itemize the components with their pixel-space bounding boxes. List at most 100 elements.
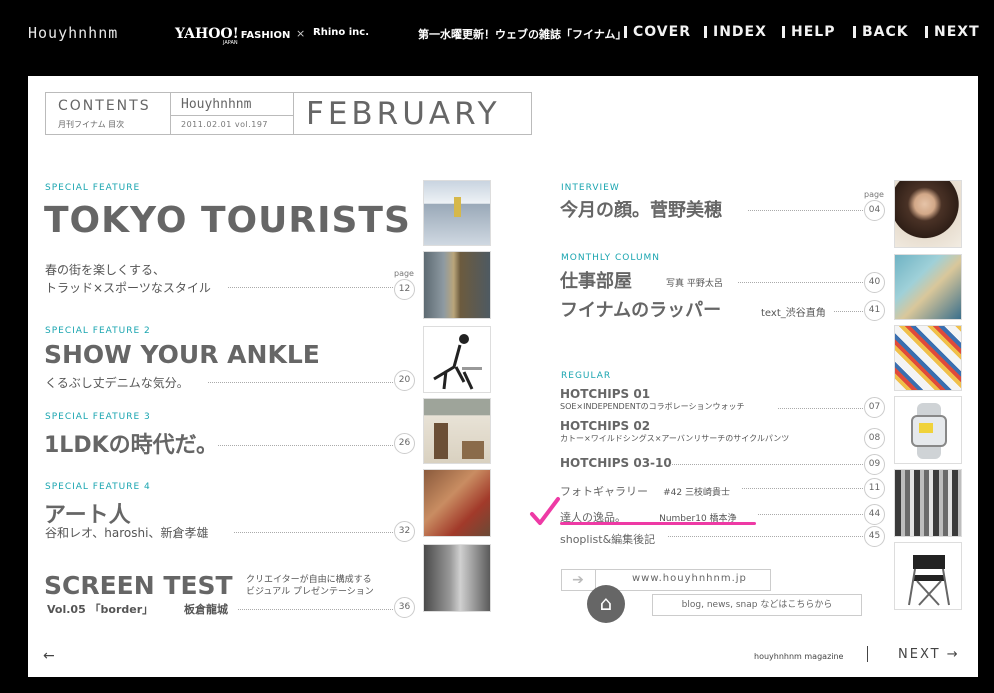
page-number: 08 [864,428,885,449]
feature3-title[interactable]: 1LDKの時代だ。 [44,427,218,459]
bar-icon [704,26,707,38]
item-main: HOTCHIPS 02 [560,419,651,433]
dotted-leader [742,488,863,489]
yahoo-logo[interactable]: YAHOO! FASHION JAPAN [175,26,290,46]
rhino-logo[interactable]: Rhino inc. [313,27,369,38]
page-number: 26 [394,433,415,454]
regular-label: REGULAR [561,371,612,381]
home-icon[interactable]: ⌂ [587,585,625,623]
dotted-leader [238,609,393,610]
item-main: HOTCHIPS 01 [560,387,651,401]
page-number: 09 [864,454,885,475]
thumb-screen-test[interactable] [423,544,491,612]
issue-brand: Houyhnhnm [181,97,252,112]
door-shape [434,423,448,459]
regular-item-4[interactable]: フォトギャラリー #42 三枝崎貴士 [560,480,730,499]
page-number: 44 [864,504,885,525]
interview-title[interactable]: 今月の顔。菅野美穂 [560,196,722,222]
feature1-sub2[interactable]: トラッド×スポーツなスタイル [45,279,211,296]
contents-panel: CONTENTS 月刊フイナム 目次 Houyhnhnm 2011.02.01 … [28,76,978,677]
dotted-leader [778,408,863,409]
feature5-vol[interactable]: Vol.05 「border」 [47,601,153,617]
nav-help[interactable]: HELP [782,24,835,40]
thumb-tokyo-tourists-2[interactable] [423,251,491,319]
shelf-shape [462,441,484,459]
dotted-leader [234,532,393,533]
contents-subtitle: 月刊フイナム 目次 [58,120,125,129]
next-page-button[interactable]: NEXT → [898,647,960,662]
page-label: page [394,269,414,278]
top-bar: Houyhnhnm YAHOO! FASHION JAPAN × Rhino in… [0,0,994,76]
nav-index[interactable]: INDEX [704,24,767,40]
thumb-show-your-ankle[interactable] [423,326,491,393]
figure-shape [454,197,461,217]
divider [171,115,293,116]
interview-label: INTERVIEW [561,183,620,193]
dotted-leader [758,514,863,515]
page-number: 04 [864,200,885,221]
issue-date: 2011.02.01 vol.197 [181,120,269,129]
page-number: 20 [394,370,415,391]
page-number: 40 [864,272,885,293]
chair-illustration [908,555,950,606]
watch-dial [919,423,933,433]
regular-item-6[interactable]: shoplist&編集後記 [560,528,655,547]
page-number: 07 [864,397,885,418]
tagline: 第一水曜更新！ウェブの雑誌「フイナム」 [418,28,627,41]
dotted-leader [668,464,863,465]
column-title1[interactable]: 仕事部屋 [560,267,632,293]
thumb-1ldk[interactable] [423,398,491,464]
feature1-sub1[interactable]: 春の街を楽しくする、 [45,261,165,278]
feature2-title[interactable]: SHOW YOUR ANKLE [44,340,320,369]
brand-logo[interactable]: Houyhnhnm [28,24,118,42]
column-title2[interactable]: フイナムのラッパー [560,296,721,322]
feature2-sub[interactable]: くるぶし丈デニムな気分。 [45,374,189,391]
thumb-photo-gallery[interactable] [894,469,962,537]
thumb-interview[interactable] [894,180,962,248]
regular-item-2[interactable]: HOTCHIPS 02 カトー×ワイルドシングス×アーバンリサーチのサイクルパン… [560,419,789,444]
item-main: フォトギャラリー [560,485,648,498]
item-desc: カトー×ワイルドシングス×アーバンリサーチのサイクルパンツ [560,434,790,443]
column-sub2: text_渋谷直角 [761,308,826,319]
checkmark-icon [528,496,562,530]
nav-back[interactable]: BACK [853,24,909,40]
page-number: 45 [864,526,885,547]
feature4-sub[interactable]: 谷和レオ、haroshi、新倉孝雄 [45,524,208,541]
bar-icon [624,26,627,38]
thumb-watch[interactable] [894,396,962,464]
page-number: 32 [394,521,415,542]
regular-item-3[interactable]: HOTCHIPS 03-10 [560,456,672,470]
issue-cell: Houyhnhnm 2011.02.01 vol.197 [171,93,294,134]
bar-icon [853,26,856,38]
dotted-leader [218,445,393,446]
feature1-title[interactable]: TOKYO TOURISTS [44,200,411,241]
back-arrow-icon[interactable]: ← [43,648,55,664]
blog-link[interactable]: blog, news, snap などはこちらから [652,594,862,616]
ankle-illustration [433,334,482,390]
item-desc: SOE×INDEPENDENTのコラボレーションウォッチ [560,402,745,411]
thumb-rapper[interactable] [894,325,962,391]
feature5-title[interactable]: SCREEN TEST [44,571,233,600]
arrow-right-icon: ➔ [562,570,596,590]
thumb-tokyo-tourists-1[interactable] [423,180,491,246]
feature1-label: SPECIAL FEATURE [45,183,141,193]
dotted-leader [208,382,393,383]
feature5-name[interactable]: 板倉龍城 [184,601,228,617]
page-number: 41 [864,300,885,321]
highlight-underline [560,522,756,525]
nav-next[interactable]: NEXT [925,24,980,40]
feature2-label: SPECIAL FEATURE 2 [45,326,151,336]
page-label: page [864,190,884,199]
feature3-label: SPECIAL FEATURE 3 [45,412,151,422]
footer-divider [867,646,868,662]
regular-item-1[interactable]: HOTCHIPS 01 SOE×INDEPENDENTのコラボレーションウォッチ [560,387,744,412]
thumb-art-people[interactable] [423,469,491,537]
issue-month: FEBRUARY [306,96,501,132]
thumb-chair[interactable] [894,542,962,610]
page-number: 12 [394,279,415,300]
thumb-work-room[interactable] [894,254,962,320]
dotted-leader [834,311,863,312]
nav-cover[interactable]: COVER [624,24,691,40]
site-url-link[interactable]: ➔ www.houyhnhnm.jp [561,569,771,591]
item-main: shoplist&編集後記 [560,533,656,546]
